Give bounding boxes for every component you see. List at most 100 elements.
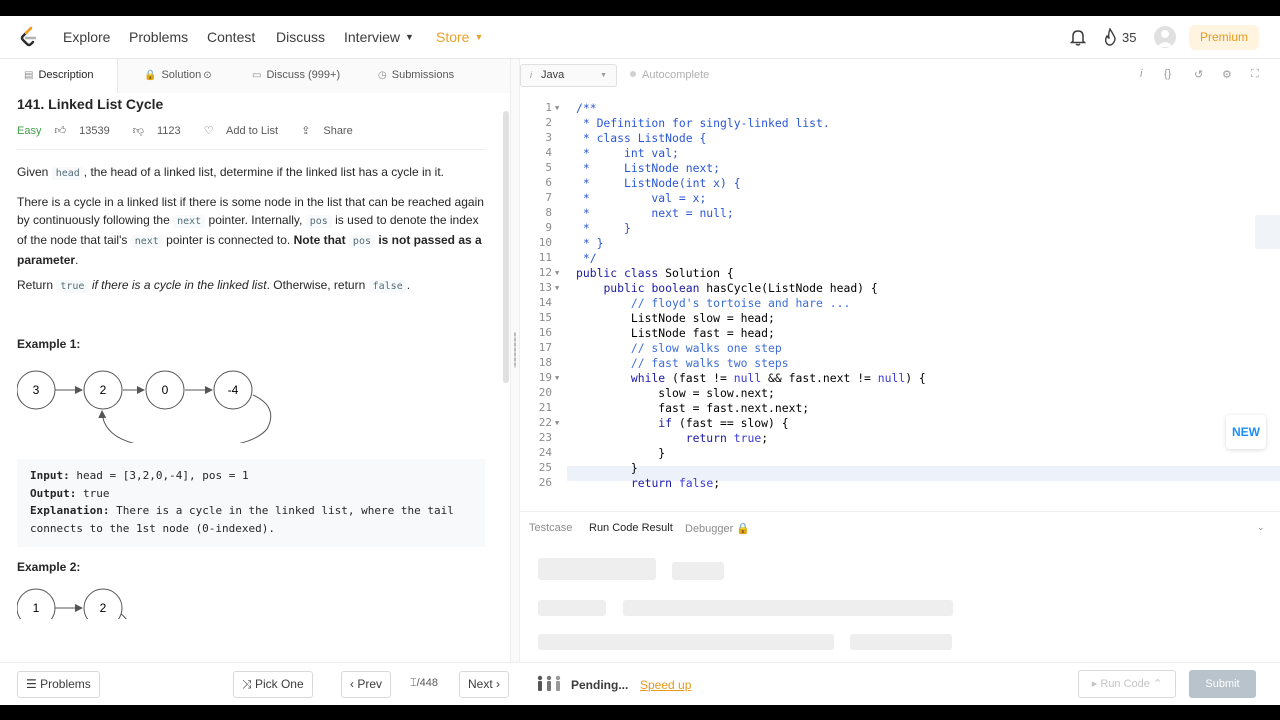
example-2-heading: Example 2: xyxy=(17,560,81,574)
results-panel: Testcase Run Code Result Debugger 🔒 ⌄ xyxy=(520,511,1280,671)
fullscreen-icon[interactable]: ⛶ xyxy=(1251,68,1259,81)
description-scrollbar[interactable] xyxy=(503,111,509,383)
inline-code: next xyxy=(173,215,206,228)
list-node: 3 xyxy=(17,370,56,410)
reset-icon[interactable]: ↺ xyxy=(1194,68,1203,81)
language-value: Java xyxy=(541,69,565,81)
chevron-down-icon: ▼ xyxy=(474,32,484,42)
problem-title: 141. Linked List Cycle xyxy=(17,96,164,112)
fold-arrow-icon[interactable]: ▼ xyxy=(555,284,559,292)
run-code-label: Run Code xyxy=(1100,678,1150,690)
problem-pager[interactable]: ⌶/448 xyxy=(410,677,438,690)
loading-skeleton xyxy=(850,634,952,650)
pending-status: Pending... xyxy=(571,678,629,692)
chevron-right-icon: › xyxy=(496,677,501,691)
settings-icon[interactable]: ⚙ xyxy=(1222,68,1232,81)
nav-store[interactable]: Store ▼ xyxy=(436,29,483,45)
dislike-button[interactable]: 👎︎ 1123 xyxy=(133,125,191,137)
tab-solution-label: Solution xyxy=(161,69,202,81)
tab-solution[interactable]: 🔒 Solution ⊙ xyxy=(118,59,234,93)
pick-one-button[interactable]: ⤨ Pick One xyxy=(233,671,313,698)
language-select[interactable]: i Java ▼ xyxy=(520,64,617,87)
people-queue-icon xyxy=(537,675,561,691)
tab-description-label: Description xyxy=(38,69,94,81)
text: pointer. Internally, xyxy=(208,213,303,227)
problems-list-button[interactable]: ☰ Problems xyxy=(17,671,100,698)
nav-contest[interactable]: Contest xyxy=(207,29,255,45)
problem-description: 141. Linked List Cycle Easy 👍︎ 13539 👎︎ … xyxy=(17,93,487,619)
next-label: Next xyxy=(468,677,493,691)
bell-icon[interactable] xyxy=(1070,28,1086,46)
avatar[interactable] xyxy=(1154,26,1176,48)
bottom-bar: ☰ Problems ⤨ Pick One ‹ Prev ⌶/448 Next … xyxy=(0,662,1280,705)
play-icon: ▸ xyxy=(1091,678,1098,690)
inline-code: pos xyxy=(305,215,332,228)
text: pointer is connected to. xyxy=(166,233,291,247)
nav-problems[interactable]: Problems xyxy=(129,29,188,45)
tab-testcase[interactable]: Testcase xyxy=(529,522,572,534)
heart-icon: ♡ xyxy=(203,125,214,137)
problem-meta: Easy 👍︎ 13539 👎︎ 1123 ♡ Add to List ⇪ Sh… xyxy=(17,124,373,137)
inline-code: true xyxy=(56,280,89,293)
chevron-left-icon: ‹ xyxy=(350,677,354,691)
fold-arrow-icon[interactable]: ▼ xyxy=(555,419,559,427)
lock-icon: 🔒 xyxy=(736,523,751,535)
node-label: 2 xyxy=(100,383,107,397)
share-button[interactable]: ⇪ Share xyxy=(301,125,363,137)
drag-handle-icon[interactable] xyxy=(514,332,516,368)
fire-icon[interactable] xyxy=(1103,28,1117,46)
nav-explore[interactable]: Explore xyxy=(63,29,110,45)
autocomplete-toggle[interactable]: Autocomplete xyxy=(630,69,709,81)
autocomplete-label: Autocomplete xyxy=(642,69,710,81)
add-to-list-button[interactable]: ♡ Add to List xyxy=(204,125,288,137)
fold-arrow-icon[interactable]: ▼ xyxy=(555,269,559,277)
loading-skeleton xyxy=(538,634,834,650)
loading-skeleton xyxy=(672,562,724,580)
tab-discuss[interactable]: ▭ Discuss (999+) xyxy=(234,59,354,93)
tab-debugger[interactable]: Debugger 🔒 xyxy=(685,522,750,535)
value: head = [3,2,0,-4], pos = 1 xyxy=(76,469,249,482)
leetcode-logo-icon[interactable] xyxy=(18,26,40,48)
loading-skeleton xyxy=(538,600,606,616)
line-number-gutter: 1 ▼ 2 3 4 5 6 7 8 9 10 11 12 ▼ 13 ▼ 14 15 1… xyxy=(538,101,560,489)
example-1-diagram: 3 2 0 -4 xyxy=(17,370,272,443)
shuffle-icon: ⤨ xyxy=(242,677,252,691)
bold-text: Note that xyxy=(293,233,346,247)
next-button[interactable]: Next › xyxy=(459,671,510,698)
nav-interview-label: Interview xyxy=(344,29,401,45)
example-2-diagram: 1 2 xyxy=(17,588,127,619)
prev-button[interactable]: ‹ Prev xyxy=(341,671,392,698)
info-icon[interactable]: i xyxy=(1140,68,1142,80)
premium-button[interactable]: Premium xyxy=(1189,25,1259,50)
fold-arrow-icon[interactable]: ▼ xyxy=(555,374,559,382)
list-node: -4 xyxy=(213,370,253,410)
example-explanation: Explanation: There is a cycle in the lin… xyxy=(30,502,472,537)
problems-label: Problems xyxy=(40,677,91,691)
play-circle-icon: ⊙ xyxy=(203,70,212,81)
tab-run-code-result[interactable]: Run Code Result xyxy=(589,522,673,534)
example-1-heading: Example 1: xyxy=(17,337,81,351)
editor-panel: i Java ▼ Autocomplete i {} ↺ ⚙ ⛶ 1 ▼ 2 3 … xyxy=(520,59,1280,662)
list-node: 0 xyxy=(145,370,185,410)
submit-button[interactable]: Submit xyxy=(1189,670,1256,698)
new-feature-button[interactable]: NEW xyxy=(1226,415,1266,449)
thumbs-up-icon: 👍︎ xyxy=(54,125,67,137)
like-button[interactable]: 👍︎ 13539 xyxy=(55,125,120,137)
cursor-icon: ⌶ xyxy=(410,677,417,689)
inline-code: next xyxy=(130,235,163,248)
run-code-button[interactable]: ▸ Run Code ⌃ xyxy=(1078,670,1176,698)
tab-submissions[interactable]: ◷ Submissions xyxy=(354,59,510,93)
fold-arrow-icon[interactable]: ▼ xyxy=(555,104,559,112)
nav-discuss[interactable]: Discuss xyxy=(276,29,325,45)
tab-description[interactable]: ▤ Description xyxy=(0,59,118,93)
code-editor[interactable]: 1 ▼ 2 3 4 5 6 7 8 9 10 11 12 ▼ 13 ▼ 14 15 1… xyxy=(520,95,1280,491)
pager-total: /448 xyxy=(416,677,439,689)
speed-up-link[interactable]: Speed up xyxy=(640,678,691,692)
braces-icon[interactable]: {} xyxy=(1164,68,1171,80)
nav-interview[interactable]: Interview ▼ xyxy=(344,29,414,45)
side-panel-tab[interactable] xyxy=(1255,215,1280,249)
text: . xyxy=(75,253,79,267)
node-label: 3 xyxy=(33,383,40,397)
user-icon xyxy=(1157,30,1173,47)
collapse-chevron-icon[interactable]: ⌄ xyxy=(1257,522,1265,533)
